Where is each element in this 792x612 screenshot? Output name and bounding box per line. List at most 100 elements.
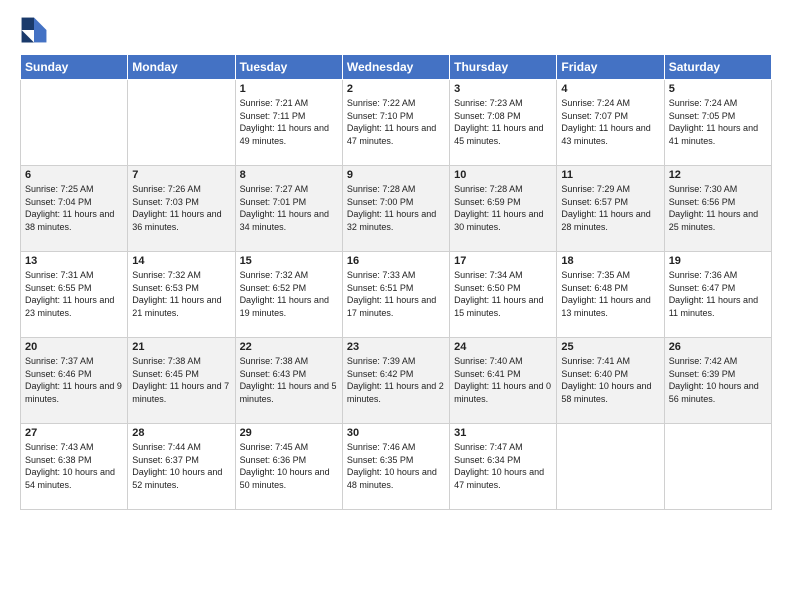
calendar-cell: 10 Sunrise: 7:28 AM Sunset: 6:59 PM Dayli…	[450, 166, 557, 252]
day-number: 25	[561, 341, 659, 353]
calendar-cell: 28 Sunrise: 7:44 AM Sunset: 6:37 PM Dayli…	[128, 424, 235, 510]
day-number: 21	[132, 341, 230, 353]
calendar-week: 6 Sunrise: 7:25 AM Sunset: 7:04 PM Daylig…	[21, 166, 772, 252]
day-info: Sunrise: 7:46 AM Sunset: 6:35 PM Dayligh…	[347, 441, 445, 491]
day-number: 7	[132, 169, 230, 181]
calendar-cell: 13 Sunrise: 7:31 AM Sunset: 6:55 PM Dayli…	[21, 252, 128, 338]
day-number: 19	[669, 255, 767, 267]
day-number: 31	[454, 427, 552, 439]
day-number: 6	[25, 169, 123, 181]
calendar: SundayMondayTuesdayWednesdayThursdayFrid…	[20, 54, 772, 510]
day-number: 15	[240, 255, 338, 267]
day-number: 12	[669, 169, 767, 181]
day-info: Sunrise: 7:38 AM Sunset: 6:45 PM Dayligh…	[132, 355, 230, 405]
calendar-cell: 17Sunrise: 7:34 AM Sunset: 6:50 PM Dayli…	[450, 252, 557, 338]
calendar-body: 1 Sunrise: 7:21 AM Sunset: 7:11 PM Daylig…	[21, 80, 772, 510]
day-info: Sunrise: 7:26 AM Sunset: 7:03 PM Dayligh…	[132, 183, 230, 233]
day-number: 8	[240, 169, 338, 181]
day-info: Sunrise: 7:39 AM Sunset: 6:42 PM Dayligh…	[347, 355, 445, 405]
header	[20, 16, 772, 44]
calendar-cell: 2 Sunrise: 7:22 AM Sunset: 7:10 PM Daylig…	[342, 80, 449, 166]
calendar-cell: 6 Sunrise: 7:25 AM Sunset: 7:04 PM Daylig…	[21, 166, 128, 252]
day-number: 26	[669, 341, 767, 353]
day-number: 23	[347, 341, 445, 353]
day-info: Sunrise: 7:28 AM Sunset: 6:59 PM Dayligh…	[454, 183, 552, 233]
day-number: 10	[454, 169, 552, 181]
day-info: Sunrise: 7:21 AM Sunset: 7:11 PM Dayligh…	[240, 97, 338, 147]
day-info: Sunrise: 7:45 AM Sunset: 6:36 PM Dayligh…	[240, 441, 338, 491]
calendar-cell: 21 Sunrise: 7:38 AM Sunset: 6:45 PM Dayli…	[128, 338, 235, 424]
calendar-cell: 25 Sunrise: 7:41 AM Sunset: 6:40 PM Dayli…	[557, 338, 664, 424]
calendar-cell: 30Sunrise: 7:46 AM Sunset: 6:35 PM Dayli…	[342, 424, 449, 510]
day-info: Sunrise: 7:40 AM Sunset: 6:41 PM Dayligh…	[454, 355, 552, 405]
calendar-week: 13 Sunrise: 7:31 AM Sunset: 6:55 PM Dayli…	[21, 252, 772, 338]
calendar-cell: 31 Sunrise: 7:47 AM Sunset: 6:34 PM Dayli…	[450, 424, 557, 510]
day-info: Sunrise: 7:22 AM Sunset: 7:10 PM Dayligh…	[347, 97, 445, 147]
calendar-header: SundayMondayTuesdayWednesdayThursdayFrid…	[21, 55, 772, 80]
calendar-cell: 29Sunrise: 7:45 AM Sunset: 6:36 PM Dayli…	[235, 424, 342, 510]
day-number: 2	[347, 83, 445, 95]
calendar-week: 20Sunrise: 7:37 AM Sunset: 6:46 PM Dayli…	[21, 338, 772, 424]
day-number: 27	[25, 427, 123, 439]
day-number: 3	[454, 83, 552, 95]
calendar-cell: 3 Sunrise: 7:23 AM Sunset: 7:08 PM Daylig…	[450, 80, 557, 166]
day-info: Sunrise: 7:29 AM Sunset: 6:57 PM Dayligh…	[561, 183, 659, 233]
calendar-cell: 4Sunrise: 7:24 AM Sunset: 7:07 PM Daylig…	[557, 80, 664, 166]
header-row: SundayMondayTuesdayWednesdayThursdayFrid…	[21, 55, 772, 80]
day-header: Sunday	[21, 55, 128, 80]
day-info: Sunrise: 7:32 AM Sunset: 6:52 PM Dayligh…	[240, 269, 338, 319]
calendar-cell	[664, 424, 771, 510]
day-info: Sunrise: 7:41 AM Sunset: 6:40 PM Dayligh…	[561, 355, 659, 405]
day-header: Saturday	[664, 55, 771, 80]
page: SundayMondayTuesdayWednesdayThursdayFrid…	[0, 0, 792, 612]
calendar-cell	[128, 80, 235, 166]
day-number: 24	[454, 341, 552, 353]
calendar-cell: 27 Sunrise: 7:43 AM Sunset: 6:38 PM Dayli…	[21, 424, 128, 510]
day-number: 28	[132, 427, 230, 439]
day-header: Monday	[128, 55, 235, 80]
day-info: Sunrise: 7:27 AM Sunset: 7:01 PM Dayligh…	[240, 183, 338, 233]
calendar-week: 1 Sunrise: 7:21 AM Sunset: 7:11 PM Daylig…	[21, 80, 772, 166]
day-info: Sunrise: 7:35 AM Sunset: 6:48 PM Dayligh…	[561, 269, 659, 319]
day-info: Sunrise: 7:24 AM Sunset: 7:05 PM Dayligh…	[669, 97, 767, 147]
day-info: Sunrise: 7:43 AM Sunset: 6:38 PM Dayligh…	[25, 441, 123, 491]
day-header: Thursday	[450, 55, 557, 80]
day-info: Sunrise: 7:47 AM Sunset: 6:34 PM Dayligh…	[454, 441, 552, 491]
day-info: Sunrise: 7:32 AM Sunset: 6:53 PM Dayligh…	[132, 269, 230, 319]
logo-icon	[20, 16, 48, 44]
day-info: Sunrise: 7:33 AM Sunset: 6:51 PM Dayligh…	[347, 269, 445, 319]
day-number: 13	[25, 255, 123, 267]
calendar-cell: 26 Sunrise: 7:42 AM Sunset: 6:39 PM Dayli…	[664, 338, 771, 424]
calendar-cell: 22 Sunrise: 7:38 AM Sunset: 6:43 PM Dayli…	[235, 338, 342, 424]
calendar-cell	[557, 424, 664, 510]
day-info: Sunrise: 7:23 AM Sunset: 7:08 PM Dayligh…	[454, 97, 552, 147]
calendar-cell: 11 Sunrise: 7:29 AM Sunset: 6:57 PM Dayli…	[557, 166, 664, 252]
day-info: Sunrise: 7:42 AM Sunset: 6:39 PM Dayligh…	[669, 355, 767, 405]
day-number: 17	[454, 255, 552, 267]
day-number: 22	[240, 341, 338, 353]
day-info: Sunrise: 7:24 AM Sunset: 7:07 PM Dayligh…	[561, 97, 659, 147]
day-number: 5	[669, 83, 767, 95]
calendar-week: 27 Sunrise: 7:43 AM Sunset: 6:38 PM Dayli…	[21, 424, 772, 510]
calendar-cell: 18 Sunrise: 7:35 AM Sunset: 6:48 PM Dayli…	[557, 252, 664, 338]
calendar-cell: 8 Sunrise: 7:27 AM Sunset: 7:01 PM Daylig…	[235, 166, 342, 252]
calendar-cell: 24 Sunrise: 7:40 AM Sunset: 6:41 PM Dayli…	[450, 338, 557, 424]
day-info: Sunrise: 7:25 AM Sunset: 7:04 PM Dayligh…	[25, 183, 123, 233]
day-number: 14	[132, 255, 230, 267]
day-number: 1	[240, 83, 338, 95]
day-info: Sunrise: 7:36 AM Sunset: 6:47 PM Dayligh…	[669, 269, 767, 319]
day-info: Sunrise: 7:28 AM Sunset: 7:00 PM Dayligh…	[347, 183, 445, 233]
calendar-cell: 9Sunrise: 7:28 AM Sunset: 7:00 PM Daylig…	[342, 166, 449, 252]
logo	[20, 16, 52, 44]
calendar-cell: 5 Sunrise: 7:24 AM Sunset: 7:05 PM Daylig…	[664, 80, 771, 166]
calendar-cell: 16 Sunrise: 7:33 AM Sunset: 6:51 PM Dayli…	[342, 252, 449, 338]
day-number: 16	[347, 255, 445, 267]
day-number: 11	[561, 169, 659, 181]
day-info: Sunrise: 7:38 AM Sunset: 6:43 PM Dayligh…	[240, 355, 338, 405]
calendar-cell: 20Sunrise: 7:37 AM Sunset: 6:46 PM Dayli…	[21, 338, 128, 424]
calendar-cell: 14 Sunrise: 7:32 AM Sunset: 6:53 PM Dayli…	[128, 252, 235, 338]
day-info: Sunrise: 7:31 AM Sunset: 6:55 PM Dayligh…	[25, 269, 123, 319]
day-info: Sunrise: 7:44 AM Sunset: 6:37 PM Dayligh…	[132, 441, 230, 491]
day-number: 18	[561, 255, 659, 267]
day-header: Tuesday	[235, 55, 342, 80]
